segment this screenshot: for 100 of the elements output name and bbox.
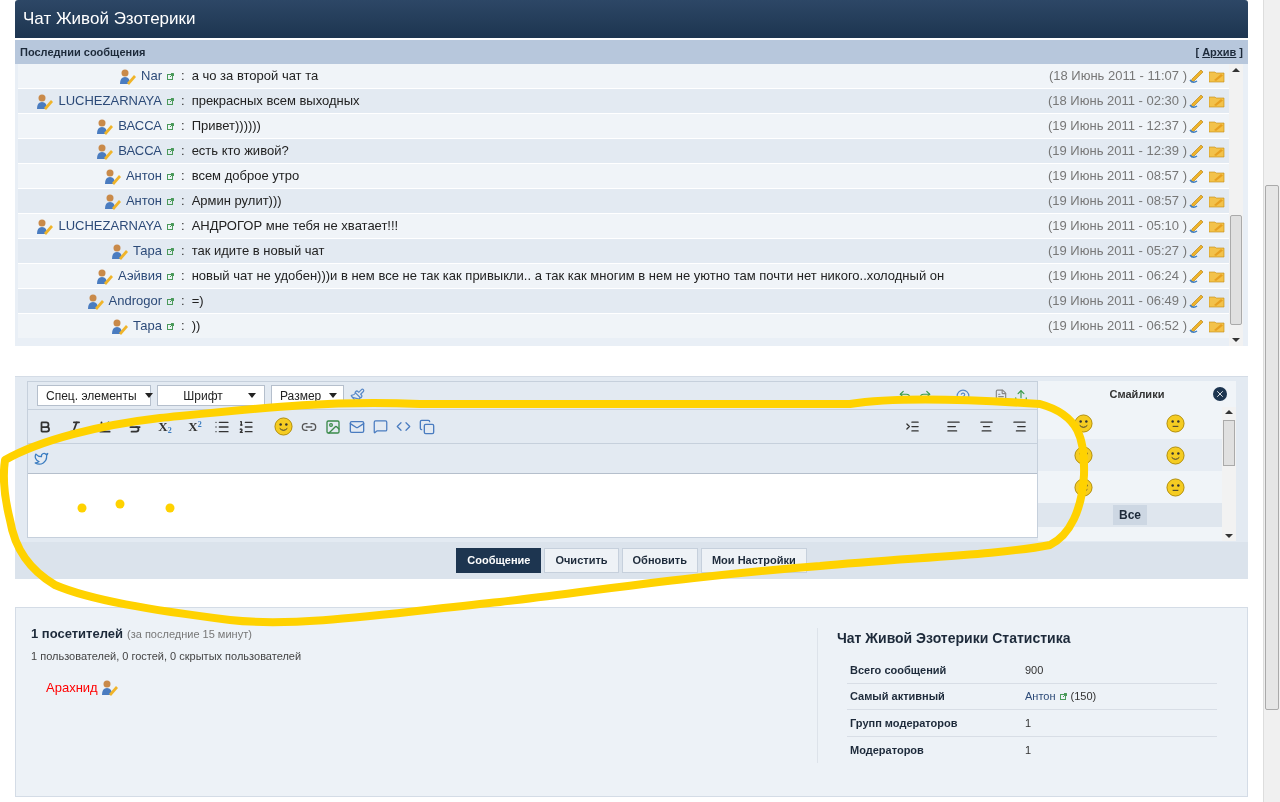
align-right-icon[interactable]: [1012, 419, 1027, 434]
action-button[interactable]: Обновить: [621, 548, 698, 573]
online-user[interactable]: Арахнид: [46, 678, 98, 698]
folder-icon[interactable]: [1209, 244, 1225, 258]
scroll-down-icon[interactable]: [1225, 534, 1233, 538]
smiley-icon[interactable]: [1166, 413, 1186, 433]
message-text: =): [191, 292, 205, 311]
align-center-icon[interactable]: [979, 419, 994, 434]
folder-icon[interactable]: [1209, 144, 1225, 158]
author-name[interactable]: Androgor: [108, 291, 162, 311]
image-icon[interactable]: [325, 418, 341, 435]
pencil-icon[interactable]: [1189, 168, 1205, 184]
scroll-thumb[interactable]: [1230, 215, 1242, 325]
scroll-thumb[interactable]: [1265, 185, 1279, 710]
dot-mark: [165, 503, 175, 513]
folder-icon[interactable]: [1209, 294, 1225, 308]
author-name[interactable]: Аэйвия: [117, 266, 162, 286]
pencil-icon[interactable]: [1189, 118, 1205, 134]
all-smilies-button[interactable]: Все: [1113, 505, 1147, 525]
colon: :: [180, 267, 186, 286]
pencil-icon[interactable]: [1189, 93, 1205, 109]
external-link-icon: [167, 272, 174, 280]
page-scrollbar[interactable]: [1263, 0, 1280, 802]
external-link-icon: [167, 197, 174, 205]
align-left-icon[interactable]: [946, 419, 961, 434]
mail-icon[interactable]: [349, 418, 365, 435]
action-button[interactable]: Сообщение: [456, 548, 542, 573]
pencil-icon[interactable]: [1189, 318, 1205, 334]
visitors-breakdown: 1 пользователей, 0 гостей, 0 скрытых пользователей: [31, 648, 303, 664]
stat-label: Всего сообщений: [849, 662, 948, 678]
scroll-up-icon[interactable]: [1232, 68, 1240, 72]
smiley-icon[interactable]: [1166, 445, 1186, 465]
archive-link[interactable]: Архив: [1202, 43, 1237, 61]
author-name[interactable]: Тара: [132, 316, 162, 336]
author-name[interactable]: Тара: [132, 241, 162, 261]
dropdown[interactable]: Шрифт: [157, 385, 265, 406]
superscript-button[interactable]: X$^{2}$: [184, 415, 206, 438]
folder-icon[interactable]: [1209, 69, 1225, 83]
folder-icon[interactable]: [1209, 319, 1225, 333]
author-name[interactable]: LUCHEZARNAYA: [58, 91, 162, 111]
user-edit-icon: [103, 167, 121, 185]
author-name[interactable]: Антон: [125, 166, 162, 186]
smilies-title: Смайлики: [1109, 386, 1165, 402]
message-text: а чо за второй чат та: [191, 67, 320, 86]
folder-icon[interactable]: [1209, 119, 1225, 133]
folder-icon[interactable]: [1209, 94, 1225, 108]
author-name[interactable]: LUCHEZARNAYA: [58, 216, 162, 236]
user-edit-icon: [119, 67, 137, 85]
pencil-icon[interactable]: [1189, 143, 1205, 159]
scroll-down-icon[interactable]: [1232, 338, 1240, 342]
code-icon[interactable]: [396, 419, 411, 434]
external-link-icon: [167, 297, 174, 305]
folder-icon[interactable]: [1209, 269, 1225, 283]
external-link-icon: [167, 97, 174, 105]
section-title: Последнии сообщения: [20, 44, 146, 60]
folder-icon[interactable]: [1209, 169, 1225, 183]
message-text: прекрасных всем выходных: [191, 92, 361, 111]
user-edit-icon: [36, 217, 54, 235]
message-time: (19 Июнь 2011 - 06:24 ): [1047, 267, 1187, 286]
user-edit-icon: [100, 679, 118, 697]
indent-icon[interactable]: [905, 419, 920, 434]
message-input[interactable]: [28, 474, 1037, 537]
folder-icon[interactable]: [1209, 194, 1225, 208]
author-name[interactable]: Nar: [141, 66, 162, 86]
copy-icon[interactable]: [419, 418, 435, 435]
folder-icon[interactable]: [1209, 219, 1225, 233]
action-button[interactable]: Очистить: [544, 548, 619, 573]
numbered-list-icon[interactable]: [238, 418, 254, 435]
user-link[interactable]: Антон: [1025, 688, 1056, 705]
scroll-thumb[interactable]: [1223, 420, 1235, 466]
dropdown[interactable]: Спец. элементы: [37, 385, 151, 406]
bird-icon[interactable]: [34, 451, 49, 466]
smiley-icon[interactable]: [1074, 413, 1094, 433]
pencil-icon[interactable]: [1189, 218, 1205, 234]
visitors-count: 1 посетителей: [31, 625, 123, 643]
external-link-icon: [1059, 692, 1067, 700]
author-name[interactable]: ВАССА: [118, 116, 162, 136]
smiley-icon[interactable]: [274, 417, 293, 436]
smiley-icon[interactable]: [1166, 477, 1186, 497]
pencil-icon[interactable]: [1189, 293, 1205, 309]
stat-value: 1: [1025, 742, 1032, 758]
scrollbar[interactable]: [1229, 64, 1243, 346]
bracket: ]: [1239, 44, 1243, 60]
scrollbar[interactable]: [1222, 407, 1236, 541]
subscript-button[interactable]: X$_{2}$: [154, 415, 176, 438]
pencil-icon[interactable]: [1189, 268, 1205, 284]
author-name[interactable]: ВАССА: [118, 141, 162, 161]
stats-title: Чат Живой Эзотерики Статистика: [837, 629, 1072, 648]
speech-bubble-icon[interactable]: [373, 419, 388, 434]
author-name[interactable]: Антон: [125, 191, 162, 211]
scroll-up-icon[interactable]: [1225, 410, 1233, 414]
external-link-icon: [167, 122, 174, 130]
pencil-icon[interactable]: [1189, 193, 1205, 209]
visitors-period: (за последние 15 минут): [127, 627, 252, 642]
colon: :: [180, 192, 186, 211]
pencil-icon[interactable]: [1189, 243, 1205, 259]
close-icon[interactable]: [1213, 387, 1227, 401]
user-edit-icon: [110, 317, 128, 335]
pencil-icon[interactable]: [1189, 68, 1205, 84]
message-text: )): [191, 317, 202, 336]
